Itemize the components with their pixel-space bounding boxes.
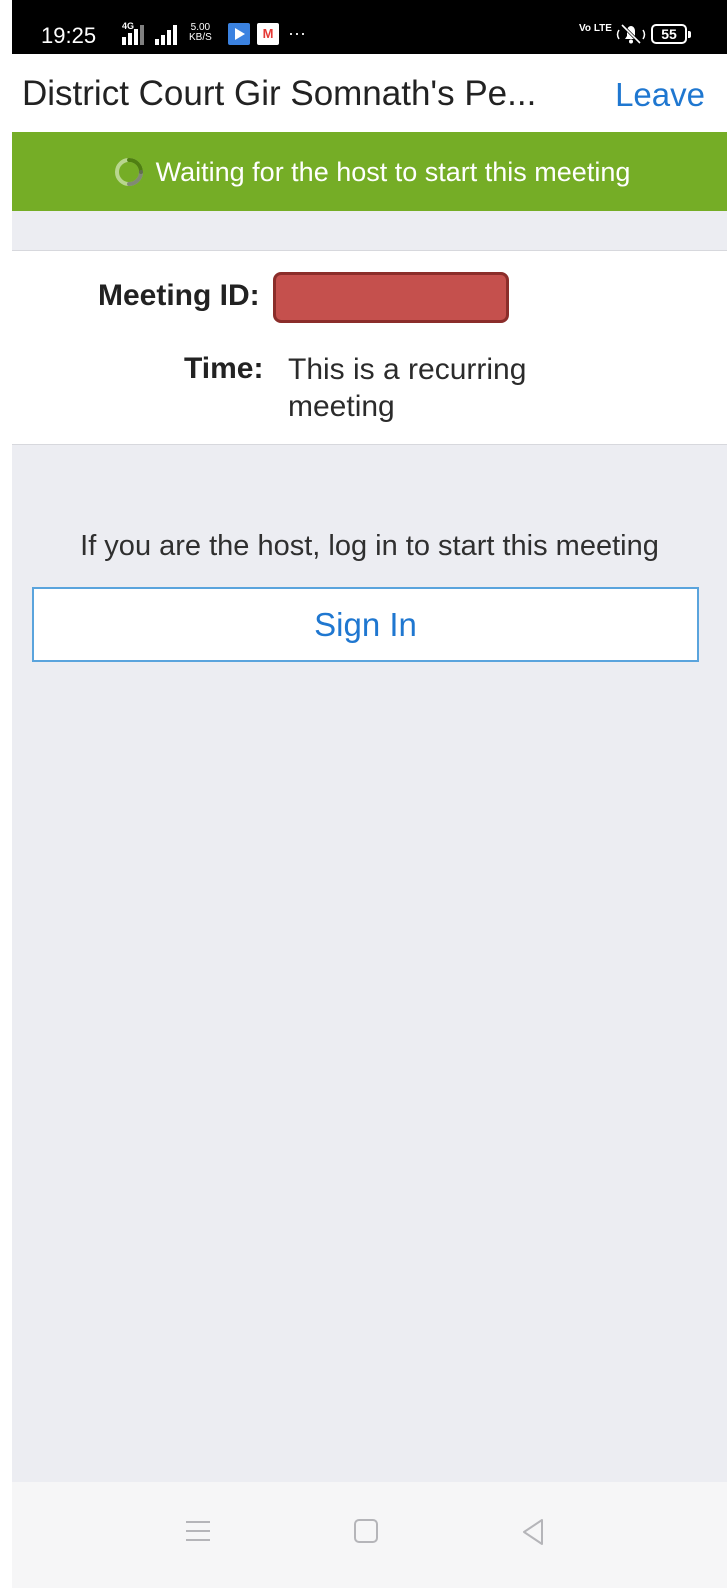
home-icon[interactable] — [353, 1518, 379, 1544]
meeting-id-value-redacted — [273, 272, 509, 323]
system-nav-bar — [12, 1482, 727, 1588]
battery-icon: 55 — [651, 24, 691, 44]
time-value: This is a recurring meeting — [288, 353, 527, 423]
speed-unit: KB/S — [189, 32, 212, 43]
time-label: Time: — [184, 352, 264, 385]
meeting-info-panel: Meeting ID: Time: This is a recurring me… — [12, 250, 727, 445]
sign-in-button[interactable]: Sign In — [32, 587, 699, 662]
loading-spinner-icon — [114, 157, 143, 186]
mute-icon — [616, 23, 646, 45]
status-bar: 19:25 4G 5.00 KB/S M ··· Vo LTE 55 — [12, 0, 727, 54]
status-time: 19:25 — [41, 23, 97, 48]
more-notifications-icon: ··· — [288, 23, 306, 43]
app-screen: 19:25 4G 5.00 KB/S M ··· Vo LTE 55 Distr… — [12, 0, 727, 1588]
leave-button[interactable]: Leave — [615, 75, 705, 115]
signal-icon — [122, 23, 144, 45]
waiting-message: Waiting for the host to start this meeti… — [155, 156, 631, 187]
waiting-banner: Waiting for the host to start this meeti… — [12, 132, 727, 211]
menu-icon[interactable] — [184, 1518, 212, 1544]
meeting-id-label: Meeting ID: — [98, 279, 260, 312]
youtube-icon — [228, 23, 250, 45]
meeting-title: District Court Gir Somnath's Pe... — [22, 74, 537, 113]
signal-icon — [155, 23, 177, 45]
meeting-header: District Court Gir Somnath's Pe... Leave — [12, 54, 727, 132]
network-speed: 5.00 KB/S — [189, 23, 212, 43]
volte-icon: Vo LTE — [579, 23, 612, 34]
m-app-icon: M — [257, 23, 279, 45]
back-icon[interactable] — [520, 1518, 546, 1546]
host-login-prompt: If you are the host, log in to start thi… — [80, 530, 659, 562]
